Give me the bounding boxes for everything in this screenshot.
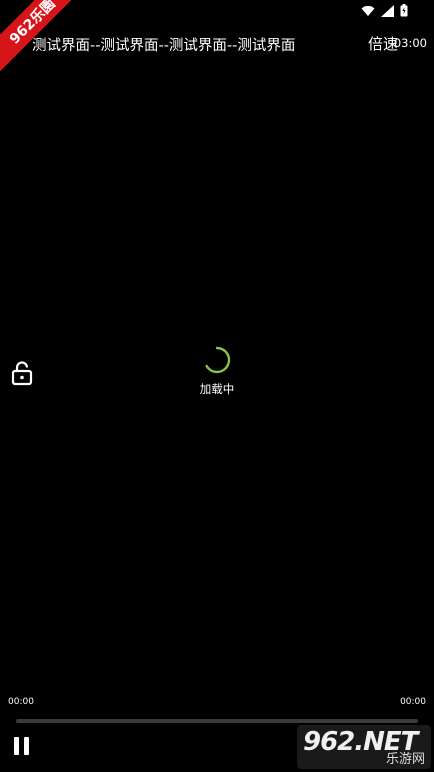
current-time: 00:00 [8,697,34,707]
loading-text: 加载中 [199,382,235,396]
pause-button[interactable] [14,737,36,759]
wifi-icon [361,5,375,16]
duration-label: 03:00 [393,36,427,50]
loading-indicator: 加载中 [0,346,434,397]
video-title: 测试界面--测试界面--测试界面--测试界面 [32,38,296,54]
spinner-icon [205,346,231,374]
time-row: 00:00 00:00 [0,697,434,711]
watermark-logo: 962.NET 乐游网 [297,725,431,769]
player-top-bar: 测试界面--测试界面--测试界面--测试界面 倍速 03:00 [0,30,434,56]
pause-icon-bar [24,737,29,755]
pause-icon [14,737,19,755]
total-time: 00:00 [400,697,426,707]
signal-icon [381,4,394,17]
status-icons [361,4,408,17]
progress-bar[interactable] [16,719,418,723]
watermark-sub: 乐游网 [385,752,425,767]
battery-icon [400,4,408,17]
